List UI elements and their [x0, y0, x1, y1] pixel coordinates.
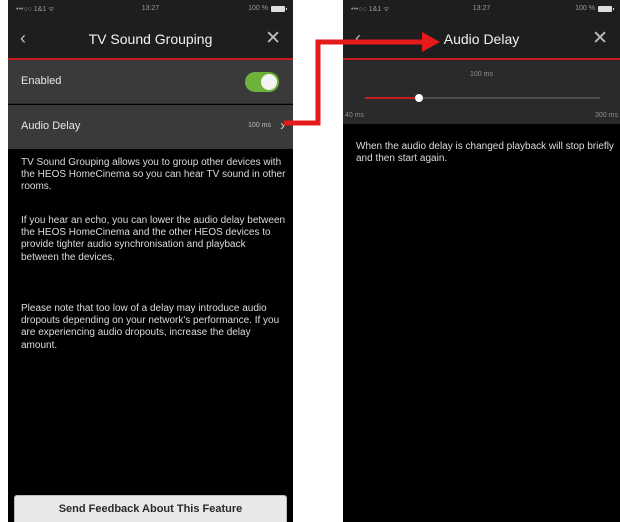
arrow-head-icon: [422, 32, 440, 52]
connector-arrow: [284, 32, 440, 126]
connector-line: [284, 39, 422, 126]
